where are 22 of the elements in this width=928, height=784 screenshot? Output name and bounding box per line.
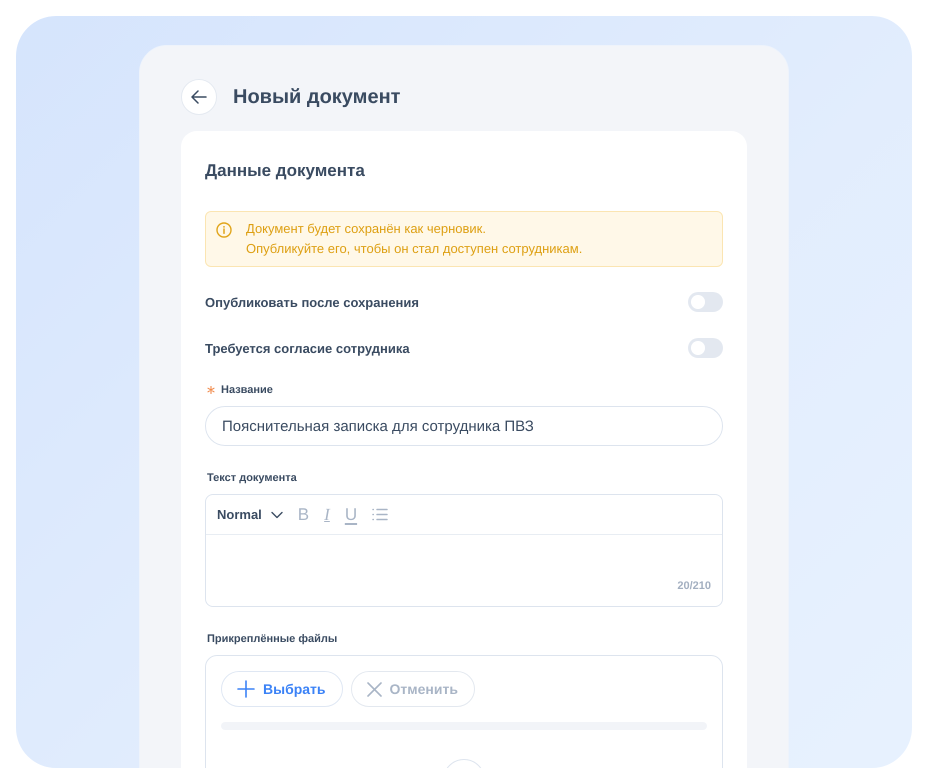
- toggle-switch[interactable]: [688, 292, 723, 312]
- section-title: Данные документа: [205, 161, 366, 181]
- name-input[interactable]: Пояснительная записка для сотрудника ПВЗ: [205, 406, 723, 446]
- info-icon: [216, 222, 232, 238]
- toggle-switch[interactable]: [688, 338, 723, 358]
- field-label: Прикреплённые файлы: [207, 632, 338, 647]
- char-counter: 20/210: [677, 579, 711, 593]
- notice-text: Документ будет сохранён как черновик. Опубликуйте его, чтобы он стал доступен сотрудникам.: [246, 220, 582, 258]
- format-dropdown[interactable]: Normal: [217, 507, 283, 522]
- plus-icon: [237, 680, 255, 698]
- page-title: Новый документ: [233, 85, 400, 109]
- toggle-label: Опубликовать после сохранения: [205, 294, 419, 310]
- text-area[interactable]: 20/210: [206, 535, 722, 606]
- back-arrow-icon: [191, 90, 207, 104]
- field-label: Текст документа: [207, 471, 297, 486]
- list-icon: [372, 508, 388, 521]
- choose-button[interactable]: Выбрать: [221, 671, 343, 707]
- close-icon: [366, 682, 382, 696]
- toggle-label: Требуется согласие сотрудника: [205, 340, 410, 356]
- field-label: Название: [221, 383, 273, 398]
- chevron-down-icon: [270, 510, 283, 518]
- back-button[interactable]: [181, 79, 217, 115]
